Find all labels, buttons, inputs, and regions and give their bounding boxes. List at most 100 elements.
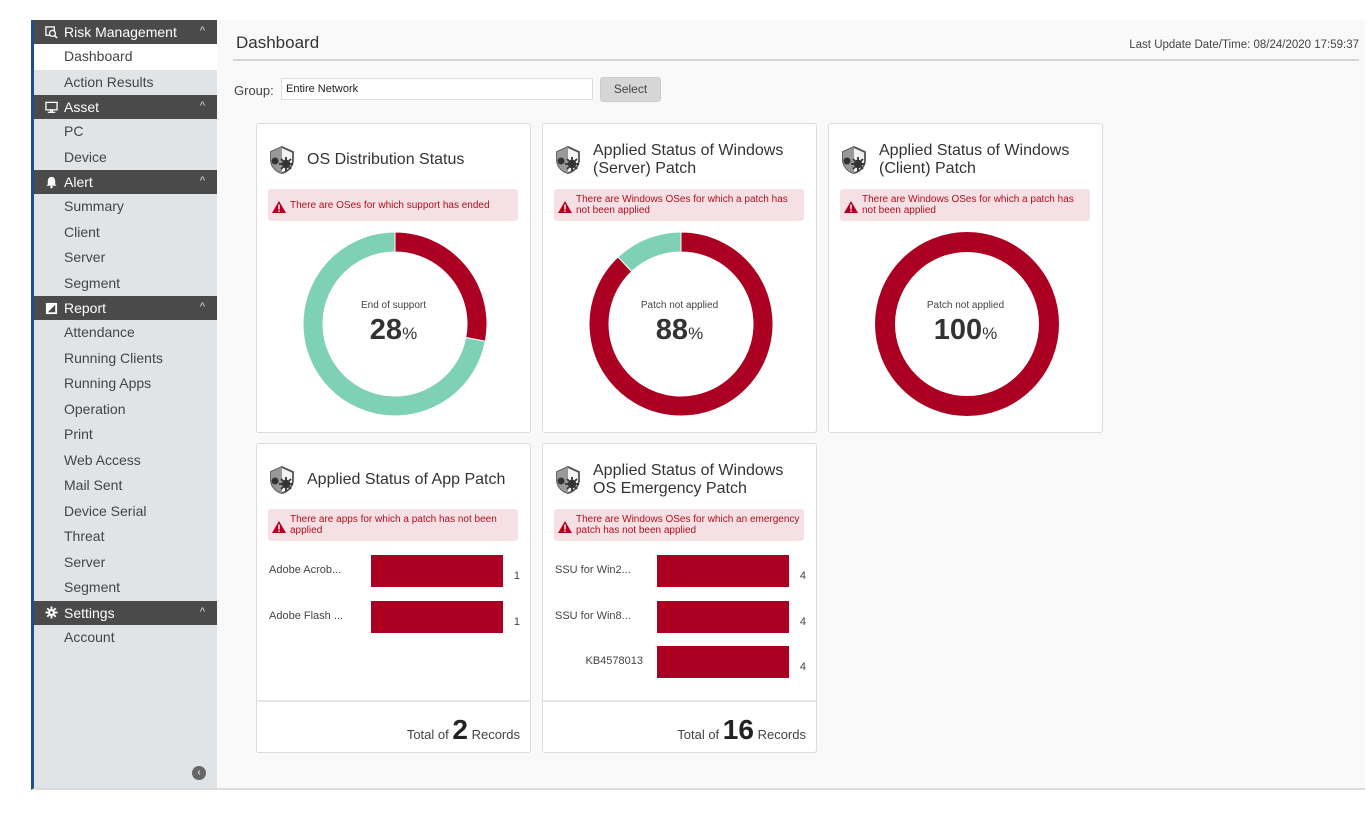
alert-banner: There are OSes for which support has end… (268, 189, 518, 221)
sidebar-item-operation[interactable]: Operation (34, 397, 217, 423)
donut-center-label: End of support (360, 300, 427, 311)
sidebar-item-print[interactable]: Print (34, 422, 217, 448)
bar-value: 4 (799, 570, 806, 582)
bar-row: SSU for Win8... 4 (543, 600, 816, 633)
value-unit: % (688, 324, 704, 343)
alert-text: There are OSes for which support has end… (290, 199, 490, 211)
bar[interactable] (371, 555, 503, 587)
warning-icon (272, 521, 286, 533)
sidebar-section-settings[interactable]: Settings ^ (34, 600, 217, 625)
sidebar-item-device[interactable]: Device (34, 145, 217, 171)
total-suffix: Records (471, 727, 520, 742)
card-windows-client-patch[interactable]: Applied Status of Windows (Client) Patch… (828, 123, 1103, 433)
chevron-up-icon[interactable]: ^ (200, 606, 205, 618)
sidebar-item-running-apps[interactable]: Running Apps (34, 371, 217, 397)
sidebar-section-alert[interactable]: Alert ^ (34, 170, 217, 194)
app-frame: Risk Management ^ Dashboard Action Results A… (31, 20, 1365, 790)
alert-text: There are Windows OSes for which an emer… (576, 514, 800, 536)
sidebar-item-threat[interactable]: Threat (34, 524, 217, 550)
sidebar-item-mail-sent[interactable]: Mail Sent (34, 473, 217, 499)
sidebar-section-asset[interactable]: Asset ^ (34, 95, 217, 119)
sidebar-item-pc[interactable]: PC (34, 119, 217, 145)
card-emergency-patch[interactable]: Applied Status of Windows OS Emergency P… (542, 443, 817, 753)
bar-value: 4 (799, 661, 806, 673)
card-header: Applied Status of Windows (Server) Patch (553, 138, 806, 182)
sidebar-item-server[interactable]: Server (34, 245, 217, 271)
value-number: 88 (655, 314, 689, 346)
value-number: 100 (933, 314, 983, 346)
total-count: 16 (722, 714, 754, 745)
sidebar-item-segment[interactable]: Segment (34, 271, 217, 297)
card-title: Applied Status of App Patch (307, 471, 506, 488)
total-prefix: Total of (677, 727, 720, 742)
monitor-icon (44, 100, 58, 114)
sidebar-section-label: Settings (64, 604, 115, 621)
bar-value: 1 (513, 570, 520, 582)
card-header: OS Distribution Status (267, 138, 520, 182)
sidebar-item-attendance[interactable]: Attendance (34, 320, 217, 346)
donut-center-label: Patch not applied (926, 300, 1005, 311)
sidebar-section-label: Alert (64, 174, 93, 190)
card-os-distribution[interactable]: OS Distribution Status There are OSes fo… (256, 123, 531, 433)
bar[interactable] (657, 646, 789, 678)
group-label: Group: (234, 83, 274, 98)
value-number: 28 (369, 314, 403, 346)
main-content: Dashboard Last Update Date/Time: 08/24/2… (217, 20, 1365, 788)
card-app-patch[interactable]: Applied Status of App Patch There are ap… (256, 443, 531, 753)
select-group-button[interactable]: Select (600, 77, 661, 102)
shield-virus-icon (556, 146, 580, 174)
total-count: 2 (452, 714, 468, 745)
warning-icon (558, 201, 572, 213)
collapse-sidebar-button[interactable]: ‹ (192, 766, 206, 780)
sidebar-section-label: Report (64, 300, 107, 316)
bar-label: KB4578013 (585, 655, 644, 667)
bar-row: Adobe Acrob... 1 (257, 555, 530, 587)
bell-icon (44, 175, 58, 189)
sidebar-item-action-results[interactable]: Action Results (34, 70, 217, 96)
total-suffix: Records (757, 727, 806, 742)
sidebar-section-label: Asset (64, 99, 100, 115)
last-update-timestamp: Last Update Date/Time: 08/24/2020 17:59:… (1129, 39, 1359, 51)
sidebar-section-label: Risk Management (64, 24, 177, 40)
alert-text: There are Windows OSes for which a patch… (862, 194, 1074, 216)
sidebar-item-account[interactable]: Account (34, 625, 217, 651)
sidebar-item-web-access[interactable]: Web Access (34, 448, 217, 474)
sidebar-item-running-clients[interactable]: Running Clients (34, 346, 217, 372)
bar-label: SSU for Win8... (555, 609, 631, 622)
card-title: Applied Status of Windows (Server) Patch (593, 142, 784, 177)
card-title: Applied Status of Windows OS Emergency P… (593, 462, 784, 497)
alert-banner: There are Windows OSes for which a patch… (554, 189, 804, 221)
bar-value: 4 (799, 615, 806, 628)
sidebar-item-device-serial[interactable]: Device Serial (34, 499, 217, 525)
sidebar-item-server[interactable]: Server (34, 550, 217, 576)
alert-banner: There are Windows OSes for which a patch… (840, 189, 1090, 221)
sidebar-section-report[interactable]: Report ^ (34, 296, 217, 320)
chevron-up-icon[interactable]: ^ (200, 301, 205, 313)
sidebar-item-summary[interactable]: Summary (34, 194, 217, 220)
chevron-up-icon[interactable]: ^ (200, 175, 205, 187)
total-prefix: Total of (406, 727, 449, 742)
title-divider (233, 59, 1359, 61)
group-input[interactable] (281, 78, 593, 100)
bar-value: 1 (513, 615, 520, 628)
risk-management-icon (44, 25, 58, 39)
bar[interactable] (371, 600, 503, 633)
sidebar-item-client[interactable]: Client (34, 220, 217, 246)
alert-banner: There are Windows OSes for which an emer… (554, 509, 804, 541)
card-title: OS Distribution Status (307, 151, 465, 168)
sidebar-item-segment[interactable]: Segment (34, 575, 217, 601)
value-unit: % (402, 324, 418, 343)
bar[interactable] (657, 555, 789, 587)
warning-icon (844, 201, 858, 213)
sidebar-section-risk-management[interactable]: Risk Management ^ (34, 20, 217, 44)
sidebar-item-dashboard[interactable]: Dashboard (34, 44, 217, 70)
shield-virus-icon (270, 146, 294, 174)
bar[interactable] (657, 600, 789, 633)
warning-icon (558, 521, 572, 533)
chevron-up-icon[interactable]: ^ (200, 100, 205, 112)
card-windows-server-patch[interactable]: Applied Status of Windows (Server) Patch… (542, 123, 817, 433)
chevron-up-icon[interactable]: ^ (200, 25, 205, 37)
donut-slice-patch-applied[interactable] (617, 231, 682, 273)
page-title: Dashboard (236, 33, 320, 52)
shield-virus-icon (556, 466, 580, 494)
